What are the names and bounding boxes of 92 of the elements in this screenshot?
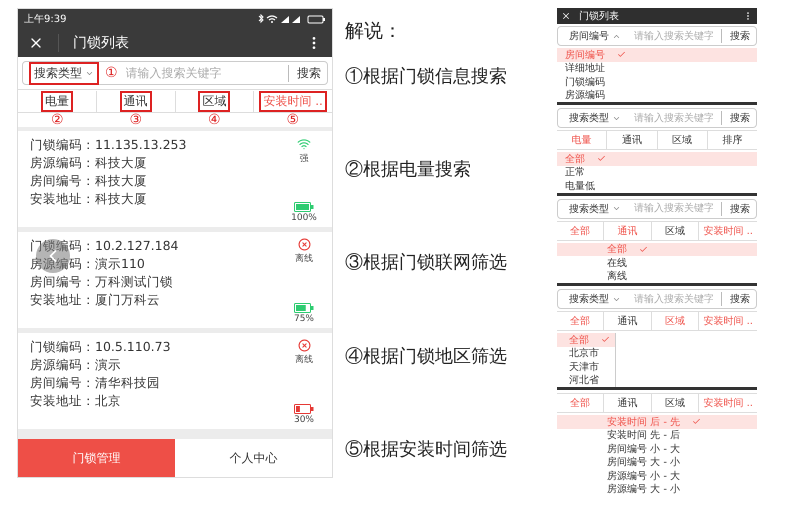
dropdown-option[interactable]: 离线	[557, 270, 757, 283]
dropdown-option[interactable]: 房源编号 大 - 小	[557, 482, 757, 496]
explanation-text: ①根据门锁信息搜索	[345, 65, 508, 89]
filter-tab[interactable]: 通讯	[120, 90, 152, 112]
offline-icon	[298, 339, 310, 352]
filter-tab[interactable]: 区域	[661, 312, 690, 330]
nav-tab[interactable]: 门锁管理	[18, 439, 175, 477]
caret-icon	[612, 204, 621, 213]
status-icons-drawing	[256, 14, 326, 24]
dropdown-option[interactable]: 房间编号 大 - 小	[557, 456, 757, 469]
lock-field: 门锁编码：11.135.13.253	[30, 137, 286, 152]
filter-tab[interactable]: 全部	[566, 222, 594, 240]
status-time: 上午9:39	[24, 12, 66, 26]
search-button[interactable]: 搜索	[721, 29, 750, 43]
dropdown-option[interactable]: 安装时间 先 - 后	[557, 428, 757, 442]
check-icon	[639, 244, 648, 254]
lock-field: 房间编号：万科测试门锁	[30, 274, 286, 289]
filter-tab[interactable]: 区域	[661, 394, 690, 412]
search-button[interactable]: 搜索	[721, 292, 750, 306]
check-icon	[617, 50, 626, 60]
annotation-number: ②	[50, 113, 64, 127]
explanation-text: ④根据门锁地区筛选	[345, 344, 508, 369]
explanation-text: ②根据电量搜索	[345, 158, 472, 182]
filter-tab[interactable]: 安装时间 ..	[699, 312, 757, 330]
lock-field: 房源编码：演示	[30, 357, 286, 372]
explanation-text: ⑤根据安装时间筛选	[345, 438, 508, 462]
search-type-select[interactable]: 搜索类型	[564, 108, 626, 128]
filter-tab[interactable]: 安装时间 ..	[699, 394, 757, 412]
lock-card[interactable]: 门锁编码：11.135.13.253 房源编码：科技大厦 房间编号：科技大厦 安装地址：科技大厦 强 100%	[18, 131, 332, 227]
check-icon	[692, 417, 702, 426]
annotation-number: ④	[208, 113, 221, 127]
lock-field: 安装地址：厦门万科云	[30, 292, 286, 307]
filter-tab[interactable]: 安装时间 ..	[699, 222, 757, 240]
lock-field: 房间编号：清华科技园	[30, 375, 286, 390]
filter-tab[interactable]: 通讯	[614, 394, 642, 412]
annotation-number: ③	[129, 113, 142, 127]
check-icon	[601, 335, 610, 344]
filter-tab[interactable]: 排序	[718, 131, 746, 149]
connection-status: 离线	[295, 354, 313, 366]
search-button[interactable]: 搜索	[721, 202, 750, 216]
lock-field: 房间编号：科技大厦	[30, 173, 286, 188]
dropdown-option[interactable]: 天津市	[557, 360, 615, 374]
battery-percent: 100%	[291, 213, 317, 223]
dropdown-option[interactable]: 河北省	[557, 374, 615, 387]
filter-tab[interactable]: 安装时间 ..	[259, 90, 327, 112]
annotation-number: ⑤	[286, 113, 300, 127]
lock-card[interactable]: 门锁编码：10.5.110.73 房源编码：演示 房间编号：清华科技园 安装地址：北京 离线 30%	[18, 333, 332, 429]
connection-status: 强	[300, 152, 308, 165]
dropdown-option[interactable]: 北京市	[557, 346, 615, 360]
explanation-text: ③根据门锁联网筛选	[345, 251, 508, 276]
explanation-heading: 解说：	[345, 19, 403, 44]
dropdown-option[interactable]: 门锁编码	[557, 75, 757, 88]
filter-tab[interactable]: 通讯	[614, 312, 642, 330]
filter-tab[interactable]: 区域	[198, 90, 230, 112]
lock-field: 门锁编码：10.5.110.73	[30, 339, 286, 354]
dropdown-option[interactable]: 房间编号 小 - 大	[557, 442, 757, 456]
search-type-select[interactable]: 搜索类型	[564, 198, 626, 218]
wifi-icon	[297, 137, 311, 151]
lock-field: 安装地址：科技大厦	[30, 191, 286, 206]
offline-icon	[298, 238, 310, 251]
dropdown-option[interactable]: 详细地址	[557, 62, 757, 75]
search-field[interactable]: 搜索类型 ① 请输入搜索关键字 搜索	[22, 61, 328, 85]
search-button[interactable]: 搜索	[721, 111, 750, 125]
filter-tab[interactable]: 通讯	[618, 131, 646, 149]
filter-tab[interactable]: 区域	[668, 131, 696, 149]
dropdown-option[interactable]: 房源编号 小 - 大	[557, 469, 757, 482]
lock-field: 房源编码：科技大厦	[30, 155, 286, 170]
search-type-select[interactable]: 搜索类型	[29, 62, 99, 84]
search-button[interactable]: 搜索	[288, 64, 321, 82]
battery-percent: 75%	[294, 314, 314, 324]
dropdown-option[interactable]: 正常	[557, 166, 757, 179]
lock-field: 房源编码：演示110	[30, 256, 286, 271]
dropdown-option[interactable]: 电量低	[557, 179, 757, 192]
keyword-input[interactable]: 请输入搜索关键字	[124, 65, 282, 81]
dropdown-option[interactable]: 房源编码	[557, 88, 757, 102]
window-title: 门锁列表	[579, 10, 620, 23]
search-type-select[interactable]: 房间编号	[564, 26, 626, 46]
filter-tab[interactable]: 电量	[40, 90, 73, 112]
connection-status: 离线	[295, 252, 313, 265]
check-icon	[597, 154, 606, 164]
close-icon[interactable]	[561, 11, 571, 21]
search-type-select[interactable]: 搜索类型	[564, 289, 626, 309]
lock-field: 安装地址：北京	[30, 393, 286, 408]
dropdown-option[interactable]: 在线	[557, 256, 757, 270]
battery-percent: 30%	[294, 415, 314, 425]
annotation-number: ①	[105, 66, 118, 80]
filter-tab[interactable]: 电量	[568, 131, 596, 149]
filter-tab[interactable]: 通讯	[614, 222, 642, 240]
filter-tab[interactable]: 全部	[566, 312, 594, 330]
window-title: 门锁列表	[58, 34, 292, 52]
filter-tab[interactable]: 全部	[566, 394, 594, 412]
filter-tab[interactable]: 区域	[661, 222, 690, 240]
